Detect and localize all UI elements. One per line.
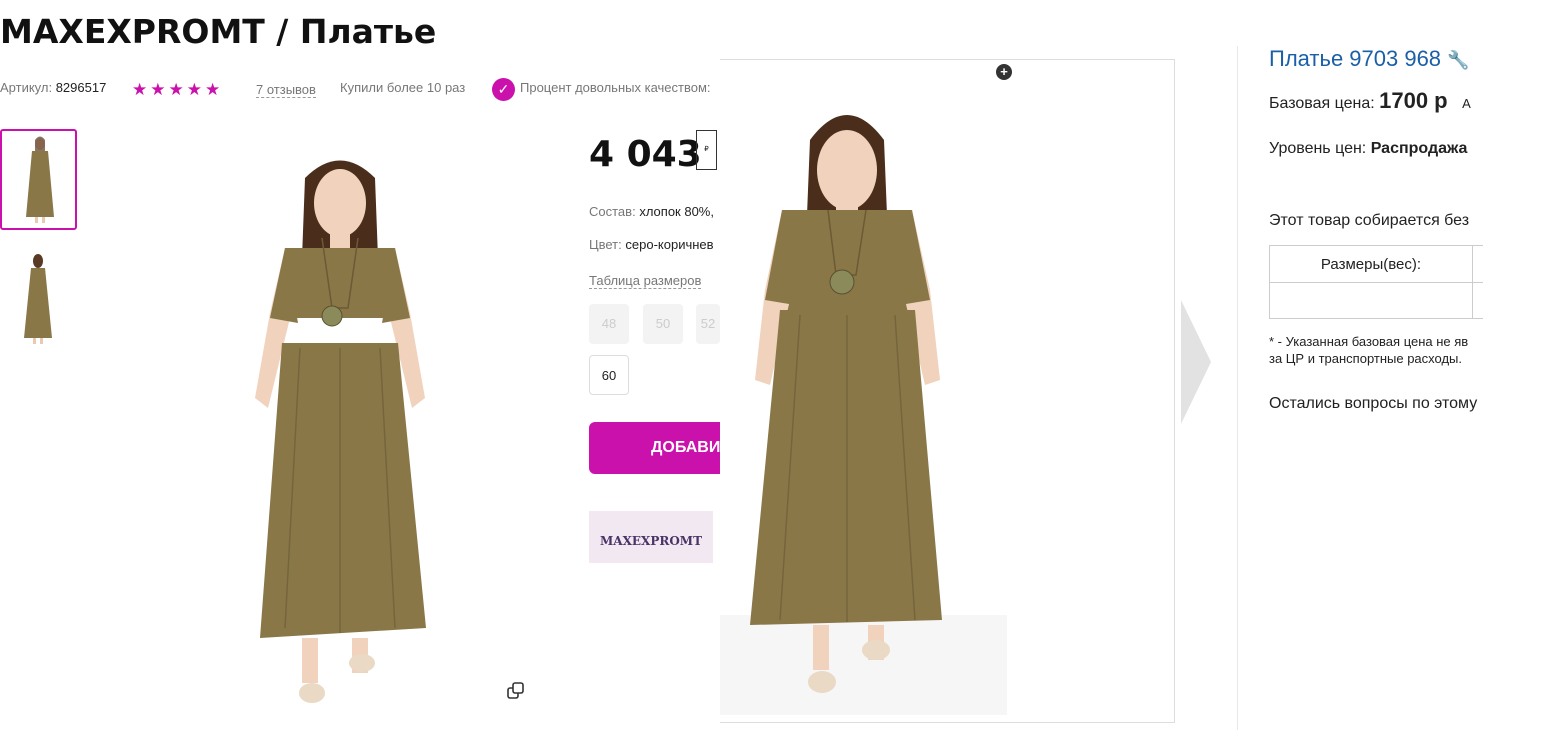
color-label: Цвет: [589, 237, 622, 252]
questions-text: Остались вопросы по этому [1269, 395, 1478, 412]
table-header-cell: Размеры(вес): [1270, 246, 1473, 282]
table-row [1270, 283, 1483, 318]
price: 4 043 [589, 134, 702, 175]
article: Артикул: 8296517 [0, 80, 106, 95]
base-price-label: Базовая цена: [1269, 95, 1375, 112]
zoomed-product-image [720, 115, 1007, 715]
article-label: Артикул: [0, 80, 53, 95]
zoom-overlay [720, 59, 1175, 723]
table-cell [1270, 283, 1473, 318]
composition-value: хлопок 80%, [639, 204, 714, 219]
currency-icon: ₽ [696, 130, 717, 170]
table-row: Размеры(вес): [1270, 246, 1483, 283]
size-table-link[interactable]: Таблица размеров [589, 273, 702, 289]
base-price-value: 1700 р [1379, 88, 1448, 113]
composition-label: Состав: [589, 204, 636, 219]
bought-count: Купили более 10 раз [340, 80, 466, 95]
color-value: серо-коричнев [625, 237, 714, 252]
base-price-extra: А [1462, 96, 1471, 111]
product-title: MAXEXPROMT / Платье [0, 12, 437, 51]
price-level: Уровень цен: Распродажа [1269, 140, 1483, 158]
reviews-link[interactable]: 7 отзывов [256, 82, 316, 98]
collection-note: Этот товар собирается без [1269, 212, 1470, 229]
brand-logo[interactable]: MAXEXPROMT [589, 511, 713, 563]
color: Цвет: серо-коричнев [589, 237, 720, 252]
rating-stars: ★★★★★ [132, 80, 224, 99]
size-option-selected[interactable]: 60 [589, 355, 629, 395]
footnote-line-2: за ЦР и транспортные расходы. [1269, 351, 1463, 366]
base-price: Базовая цена: 1700 р А [1269, 88, 1483, 114]
price-level-label: Уровень цен: [1269, 140, 1367, 157]
next-arrow-icon[interactable] [1181, 300, 1211, 424]
thumbnail-2[interactable] [0, 250, 77, 351]
footnote-line-1: * - Указанная базовая цена не яв [1269, 334, 1469, 349]
size-option[interactable]: 50 [643, 304, 683, 344]
add-to-cart-button[interactable]: ДОБАВИТЬ [589, 422, 729, 474]
composition: Состав: хлопок 80%, [589, 204, 714, 219]
zoom-in-icon[interactable]: + [996, 64, 1012, 80]
size-option[interactable]: 48 [589, 304, 629, 344]
check-icon: ✓ [492, 78, 515, 101]
side-panel-title[interactable]: Платье 9703 968 🔧 [1269, 46, 1483, 72]
price-level-value: Распродажа [1370, 140, 1468, 157]
satisfaction-label: Процент довольных качеством: [520, 80, 711, 95]
article-value: 8296517 [55, 80, 107, 95]
size-option[interactable]: 52 [696, 304, 720, 344]
side-panel-divider [1237, 46, 1238, 730]
product-main-image[interactable] [240, 148, 440, 713]
side-panel-title-text[interactable]: Платье 9703 968 [1269, 46, 1441, 71]
thumbnail-1[interactable] [0, 129, 77, 230]
footnote: * - Указанная базовая цена не яв за ЦР и… [1269, 333, 1483, 367]
sizes-table: Размеры(вес): [1269, 245, 1483, 319]
wrench-icon[interactable]: 🔧 [1447, 50, 1469, 70]
dress-thumbnail-back [24, 254, 52, 344]
dress-thumbnail-front [26, 136, 54, 223]
expand-icon[interactable] [507, 682, 525, 700]
